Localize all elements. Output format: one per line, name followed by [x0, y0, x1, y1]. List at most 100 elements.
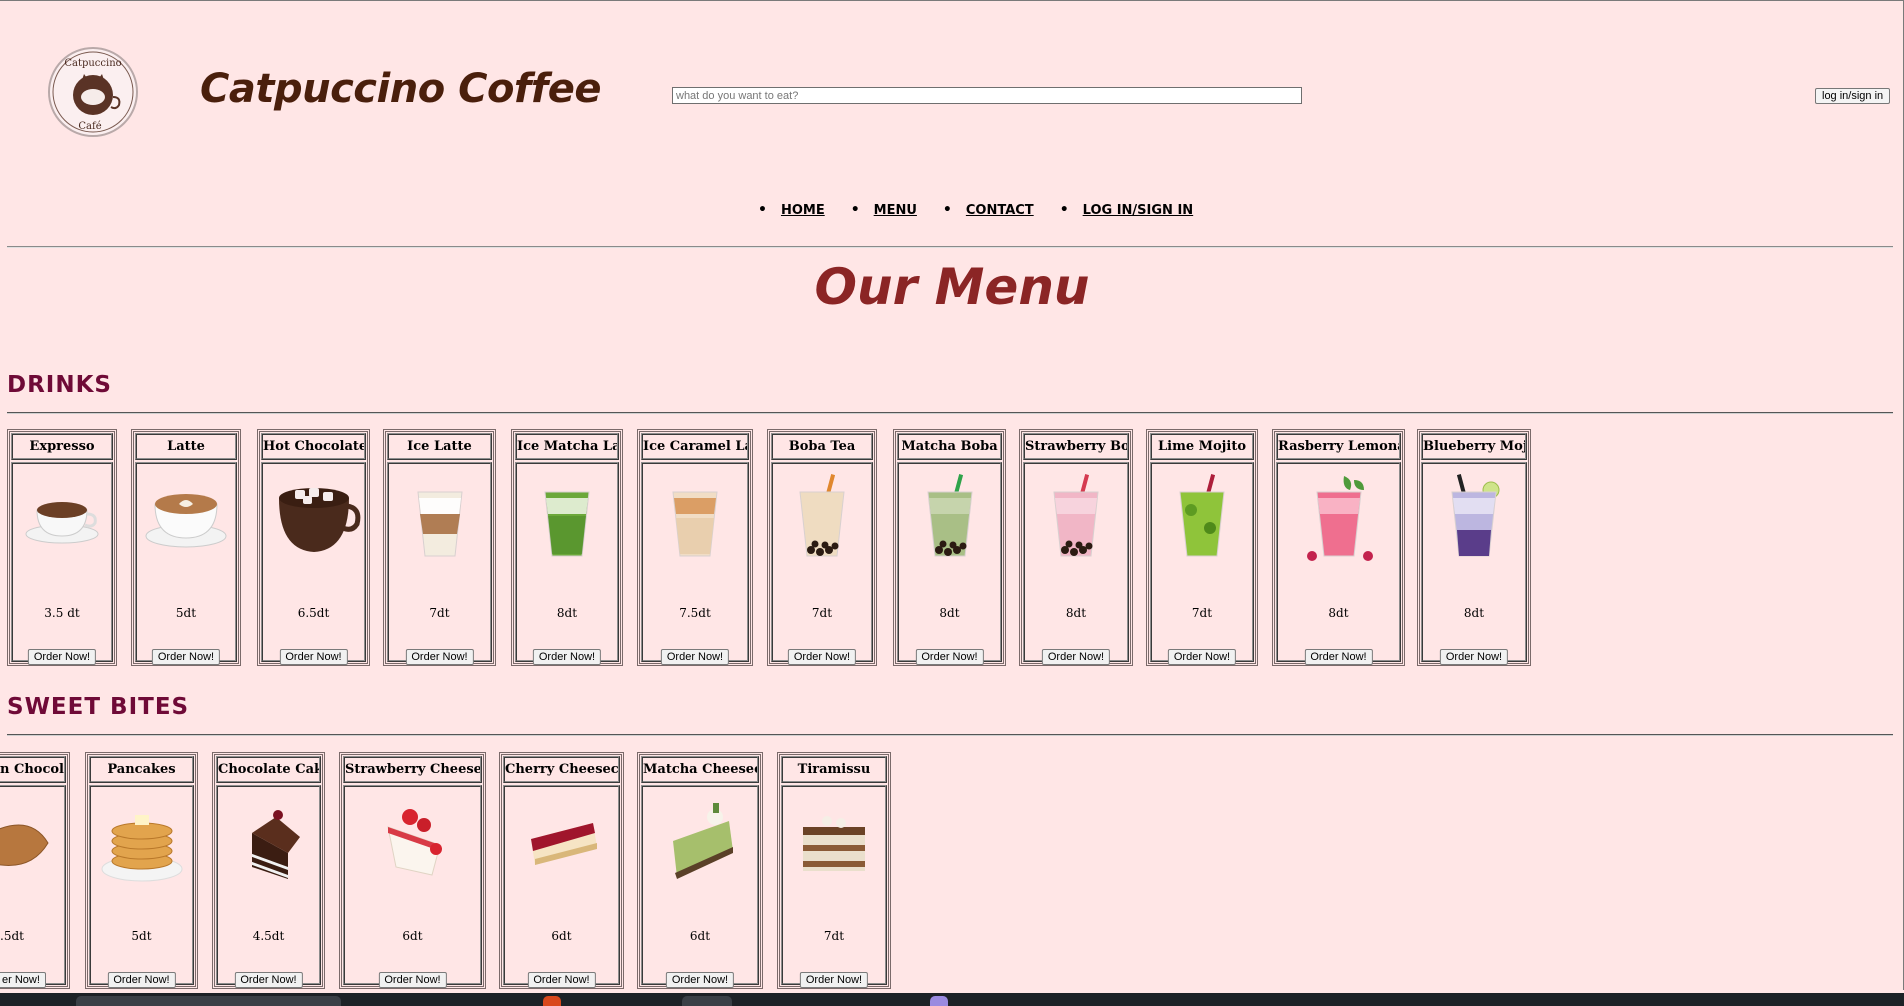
menu-item-card: Latte 5dt Order Now! — [131, 429, 241, 666]
hot-chocolate-image — [267, 470, 361, 564]
taskbar-app-icon[interactable] — [930, 996, 948, 1006]
latte-image — [139, 470, 233, 564]
menu-item-card: Rasberry Lemonade 8dt Order Now! — [1272, 429, 1405, 666]
search-input[interactable] — [672, 87, 1302, 104]
section-title-sweet-bites: SWEET BITES — [7, 694, 190, 720]
nav-item-menu: MENU — [851, 202, 917, 218]
page-title: Our Menu — [814, 258, 1090, 316]
login-signin-button[interactable]: log in/sign in — [1815, 88, 1891, 104]
order-now-button[interactable]: Order Now! — [527, 972, 596, 988]
menu-item-name: Matcha Boba — [897, 433, 1002, 460]
order-now-button[interactable]: Order Now! — [151, 649, 221, 665]
matcha-image — [520, 470, 614, 564]
sweet-bites-divider — [7, 734, 1893, 736]
menu-item-name: Boba Tea — [771, 433, 873, 460]
order-now-button[interactable]: Order Now! — [1041, 649, 1111, 665]
order-now-button[interactable]: Order Now! — [660, 649, 730, 665]
menu-item-card: Strawberry Cheesecake 6dt Order Now! — [339, 752, 486, 989]
site-title: Catpuccino Coffee — [200, 66, 602, 112]
menu-item-card: Blueberry Mojito 8dt Order Now! — [1417, 429, 1531, 666]
caramel-image — [648, 470, 742, 564]
menu-item-price: 7dt — [823, 929, 845, 943]
menu-item-name: Matcha Cheesecake — [641, 756, 759, 783]
menu-item-name: Strawberry Cheesecake — [343, 756, 482, 783]
nav-link-login[interactable]: LOG IN/SIGN IN — [1083, 203, 1194, 218]
menu-item-price: 6dt — [689, 929, 711, 943]
order-now-button[interactable]: Order Now! — [1167, 649, 1237, 665]
menu-item-card: Expresso 3.5 dt Order Now! — [7, 429, 117, 666]
menu-item-body: 4.5dt Order Now! — [216, 785, 321, 988]
taskbar-active-app[interactable] — [682, 996, 732, 1006]
menu-item-body: 7dt Order Now! — [1150, 462, 1254, 665]
menu-item-price: 6dt — [551, 929, 572, 943]
menu-item-card: Ice Latte 7dt Order Now! — [383, 429, 496, 666]
logo-top-text: Catpuccino — [64, 58, 121, 69]
blueberry-image — [1427, 470, 1521, 564]
menu-item-price: 7.5dt — [679, 606, 711, 620]
cat-cup-logo-icon: Catpuccino Café — [52, 51, 134, 133]
menu-item-price: 4.5dt — [252, 929, 285, 943]
order-now-button[interactable]: Order Now! — [405, 649, 474, 665]
menu-item-card: Cherry Cheesecake 6dt Order Now! — [499, 752, 624, 989]
taskbar-app-icon[interactable] — [543, 996, 561, 1006]
drinks-row: Expresso 3.5 dt Order Now! Latte 5dt Order No… — [0, 429, 1904, 666]
menu-item-body: 6.5dt Order Now! — [261, 462, 366, 665]
order-now-button[interactable]: Order Now! — [234, 972, 303, 988]
nav-item-home: HOME — [758, 202, 825, 218]
order-now-button[interactable]: Order Now! — [378, 972, 447, 988]
order-now-button[interactable]: Order Now! — [799, 972, 869, 988]
cafe-logo[interactable]: Catpuccino Café — [48, 47, 138, 137]
pancakes-image — [95, 793, 189, 887]
strawberry-cheesecake-image — [366, 793, 460, 887]
order-now-button[interactable]: Order Now! — [665, 972, 735, 988]
menu-item-price: 8dt — [1463, 606, 1485, 620]
choc-cake-image — [222, 793, 316, 887]
nav-link-contact[interactable]: CONTACT — [966, 203, 1034, 218]
menu-item-price: 8dt — [1065, 606, 1087, 620]
menu-item-name: Expresso — [11, 433, 113, 460]
menu-item-name: Lime Mojito — [1150, 433, 1254, 460]
logo-bottom-text: Café — [78, 121, 101, 132]
menu-item-card: Boba Tea 7dt Order Now! — [767, 429, 877, 666]
menu-item-price: 7dt — [429, 606, 450, 620]
menu-item-card: Lime Mojito 7dt Order Now! — [1146, 429, 1258, 666]
menu-item-name: Hot Chocolate — [261, 433, 366, 460]
menu-item-name: Strawberry Boba — [1023, 433, 1129, 460]
nav-link-home[interactable]: HOME — [781, 203, 825, 218]
menu-item-name: n Chocolat — [0, 756, 66, 783]
order-now-button[interactable]: Order Now! — [1304, 649, 1373, 665]
order-now-button[interactable]: Order Now! — [279, 649, 348, 665]
menu-item-card: Chocolate Cake 4.5dt Order Now! — [212, 752, 325, 989]
menu-item-name: Ice Caramel Latte — [641, 433, 749, 460]
order-now-button[interactable]: Order Now! — [532, 649, 602, 665]
matcha-boba-image — [903, 470, 997, 564]
menu-item-body: 6dt Order Now! — [503, 785, 620, 988]
order-now-button[interactable]: Order Now! — [915, 649, 984, 665]
espresso-image — [15, 470, 109, 564]
order-now-button[interactable]: Order Now! — [27, 649, 97, 665]
drinks-divider — [7, 412, 1893, 414]
section-title-drinks: DRINKS — [7, 372, 112, 398]
os-taskbar — [0, 993, 1904, 1006]
menu-item-price: 7dt — [1191, 606, 1213, 620]
menu-item-body: 5dt Order Now! — [89, 785, 194, 988]
taskbar-search[interactable] — [76, 996, 341, 1006]
menu-item-name: Pancakes — [89, 756, 194, 783]
nav-link-menu[interactable]: MENU — [874, 203, 917, 218]
menu-item-name: Ice Matcha Latte — [515, 433, 619, 460]
menu-item-body: 7.5dt Order Now! — [641, 462, 749, 665]
strawberry-boba-image — [1029, 470, 1123, 564]
order-now-button[interactable]: Order Now! — [1439, 649, 1509, 665]
raspberry-image — [1292, 470, 1386, 564]
order-now-button[interactable]: Order Now! — [787, 649, 857, 665]
menu-item-price: 8dt — [1328, 606, 1349, 620]
menu-item-price: 3.5 dt — [44, 606, 80, 620]
menu-item-name: Latte — [135, 433, 237, 460]
menu-item-price: 6.5dt — [297, 606, 330, 620]
order-now-button[interactable]: er Now! — [0, 972, 46, 988]
window-top-border — [0, 0, 1904, 1]
order-now-button[interactable]: Order Now! — [107, 972, 176, 988]
ice-latte-image — [393, 470, 487, 564]
menu-item-body: 7dt Order Now! — [771, 462, 873, 665]
menu-item-price: 8dt — [939, 606, 960, 620]
